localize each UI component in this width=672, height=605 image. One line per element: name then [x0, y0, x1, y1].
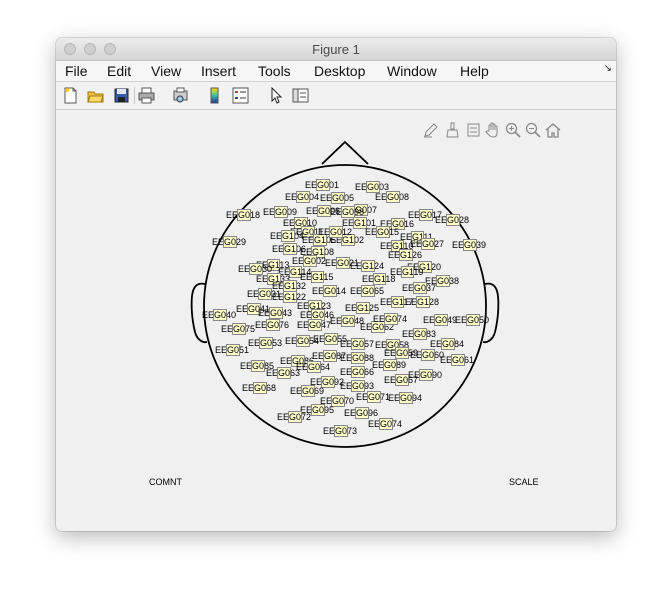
channel-label: EEG047 — [297, 319, 332, 331]
channel-label: EEG060 — [410, 349, 445, 361]
channel-label: EEG118 — [362, 273, 396, 285]
channel-label: EEG084 — [430, 338, 465, 350]
channel-label: EEG065 — [350, 285, 385, 297]
channel-label: EEG124 — [350, 260, 385, 272]
channel-label: EEG071 — [356, 391, 391, 403]
channel-label: EEG089 — [372, 359, 407, 371]
channel-label: EEG074 — [373, 313, 408, 325]
channel-label: EEG008 — [375, 191, 410, 203]
channel-label: EEG067 — [384, 374, 419, 386]
channel-label: EEG014 — [312, 285, 347, 297]
channel-label: EEG076 — [255, 319, 290, 331]
channel-label: EEG093 — [340, 380, 375, 392]
channel-label: EEG004 — [285, 191, 320, 203]
channel-label: EEG050 — [455, 314, 490, 326]
channel-label: EEG066 — [340, 366, 375, 378]
channel-label: EEG117 — [380, 296, 414, 308]
channel-label: EEG005 — [320, 192, 355, 204]
channel-label: EEG002 — [292, 255, 327, 267]
channel-label: EEG009 — [263, 206, 298, 218]
channel-label: EEG073 — [323, 425, 358, 437]
channel-label: EEG001 — [305, 179, 340, 191]
channel-label: EEG083 — [402, 328, 437, 340]
channel-label: EEG074 — [368, 418, 403, 430]
channel-label: EEG003 — [355, 181, 390, 193]
head-outline — [190, 140, 500, 448]
channel-label: EEG053 — [248, 337, 283, 349]
channel-label: EEG061 — [440, 354, 475, 366]
channel-label: EEG104 — [270, 230, 305, 242]
channel-label: EEG030 — [238, 263, 273, 275]
channel-label: EEG049 — [423, 314, 458, 326]
channel-label: EEG029 — [212, 236, 247, 248]
channel-label: EEG012 — [318, 226, 353, 238]
channel-label: EEG088 — [340, 352, 375, 364]
channel-label: EEG064 — [296, 361, 331, 373]
channel-label: EEG040 — [202, 309, 237, 321]
channel-label: EEG048 — [330, 315, 365, 327]
channel-label: EEG043 — [258, 307, 293, 319]
channel-label: EEG125 — [345, 302, 380, 314]
comnt-label: COMNT — [149, 477, 182, 487]
channel-label: EEG063 — [266, 367, 301, 379]
channel-label: EEG018 — [226, 209, 261, 221]
channel-label: EEG057 — [340, 338, 375, 350]
channel-label: EEG051 — [215, 344, 250, 356]
channel-label: EEG027 — [410, 238, 445, 250]
channel-label: EEG098 — [330, 206, 365, 218]
channel-label: EEG094 — [388, 392, 423, 404]
channel-label: EEG037 — [402, 282, 437, 294]
channel-label: EEG028 — [435, 214, 470, 226]
channel-label: EEG015 — [365, 226, 400, 238]
channel-label: EEG072 — [277, 411, 312, 423]
scale-label: SCALE — [509, 477, 539, 487]
channel-label: EEG046 — [300, 309, 335, 321]
channel-label: EEG039 — [452, 239, 487, 251]
channel-label: EEG126 — [388, 249, 423, 261]
channel-label: EEG069 — [290, 385, 325, 397]
channel-label: EEG096 — [344, 407, 379, 419]
channel-label: EEG075 — [221, 323, 256, 335]
channel-label: EEG068 — [242, 382, 277, 394]
